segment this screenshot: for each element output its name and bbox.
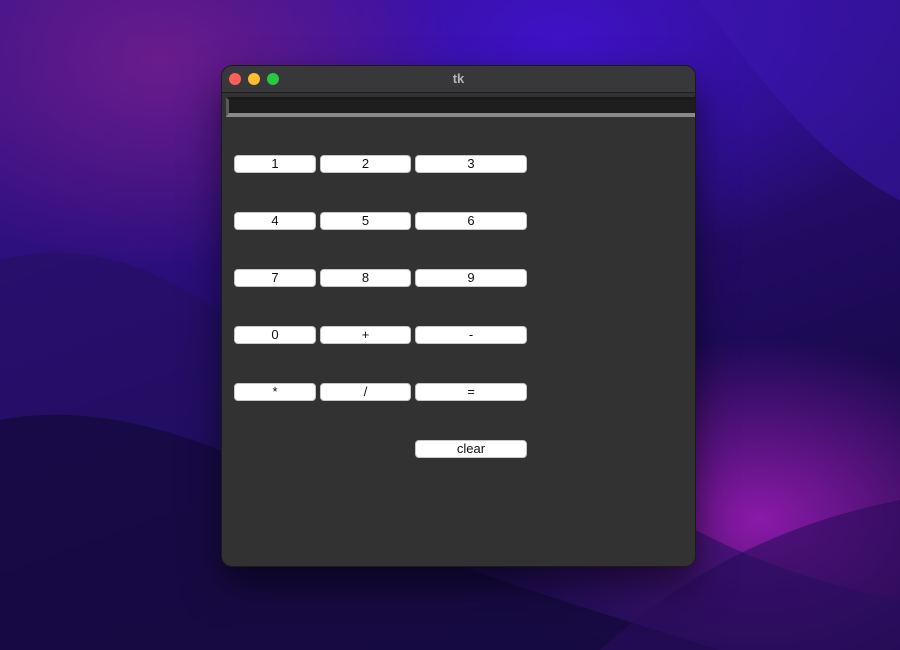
plus-button[interactable]: + [320, 326, 411, 344]
key-0-button[interactable]: 0 [234, 326, 316, 344]
clear-button[interactable]: clear [415, 440, 527, 458]
key-9-button[interactable]: 9 [415, 269, 527, 287]
tk-window: tk 1 2 3 4 5 6 7 8 9 0 + - * / = clear [222, 66, 695, 566]
window-title: tk [452, 71, 465, 86]
key-5-button[interactable]: 5 [320, 212, 411, 230]
key-6-button[interactable]: 6 [415, 212, 527, 230]
key-8-button[interactable]: 8 [320, 269, 411, 287]
key-1-button[interactable]: 1 [234, 155, 316, 173]
multiply-button[interactable]: * [234, 383, 316, 401]
key-3-button[interactable]: 3 [415, 155, 527, 173]
equals-button[interactable]: = [415, 383, 527, 401]
key-7-button[interactable]: 7 [234, 269, 316, 287]
key-4-button[interactable]: 4 [234, 212, 316, 230]
key-2-button[interactable]: 2 [320, 155, 411, 173]
minus-button[interactable]: - [415, 326, 527, 344]
display-entry[interactable] [226, 97, 695, 117]
title-bar[interactable]: tk [222, 66, 695, 93]
desktop-wallpaper: tk 1 2 3 4 5 6 7 8 9 0 + - * / = clear [0, 0, 900, 650]
divide-button[interactable]: / [320, 383, 411, 401]
